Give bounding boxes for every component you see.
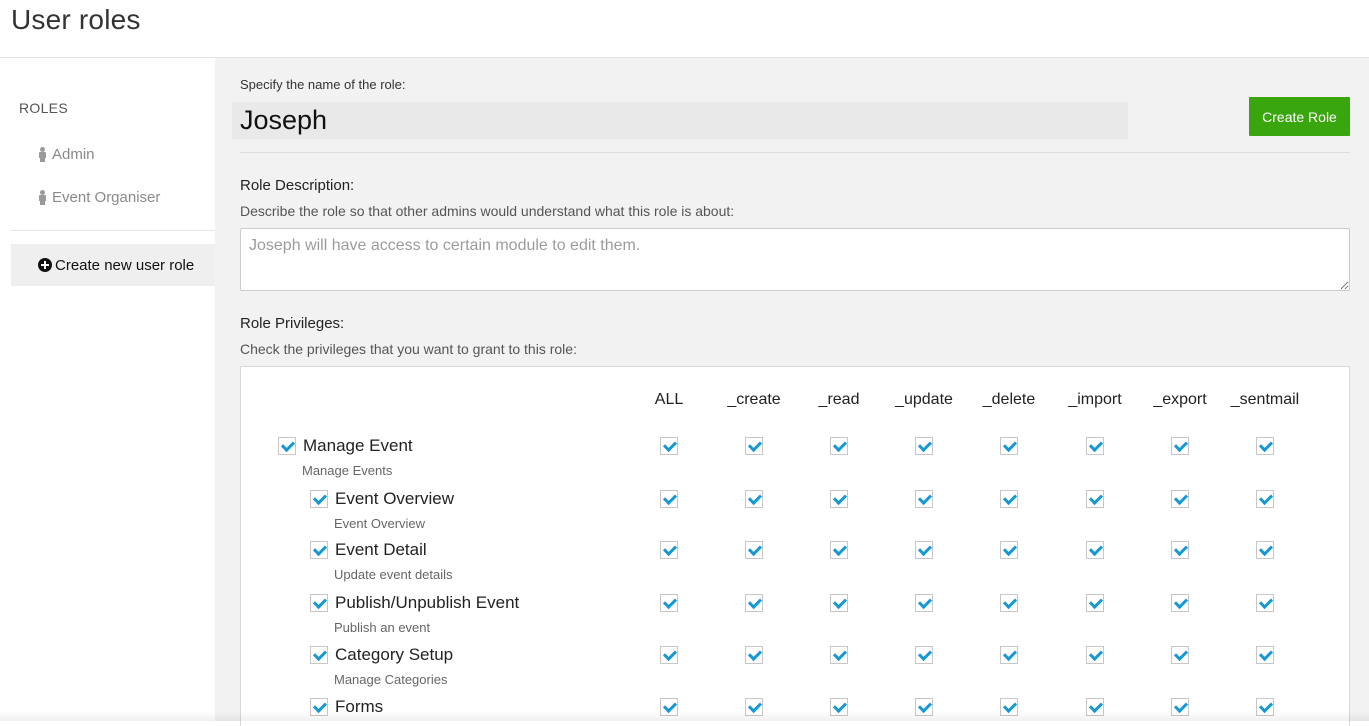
privilege-checkbox-create[interactable] [745,437,763,455]
privilege-description: Publish an event [334,620,431,635]
page-title: User roles [11,4,141,35]
create-new-role-label: Create new user role [55,256,195,274]
column-header-all: ALL [654,391,684,408]
privilege-checkbox-read[interactable] [830,698,848,716]
privilege-description: Manage Events [302,463,393,478]
privilege-checkbox-import[interactable] [1086,541,1104,559]
privilege-checkbox-delete[interactable] [1000,698,1018,716]
privilege-checkbox-sentmail[interactable] [1256,541,1274,559]
role-privileges-title: Role Privileges: [240,315,345,332]
privilege-checkbox-create[interactable] [745,490,763,508]
sidebar-item-admin[interactable]: Admin [37,146,95,163]
privileges-table: ALL _create _read _update _delete _import _exp… [240,366,1350,726]
column-header-sentmail: _sentmail [1230,391,1300,408]
privilege-checkbox-export[interactable] [1171,541,1189,559]
privilege-label: Forms [335,697,384,716]
column-header-update: _update [895,391,953,408]
privilege-checkbox-import[interactable] [1086,646,1104,664]
privilege-checkbox-export[interactable] [1171,490,1189,508]
role-editor: Specify the name of the role: Create Rol… [215,58,1369,726]
role-name-input[interactable] [232,102,1128,139]
row-checkbox[interactable] [310,490,328,508]
privilege-checkbox-import[interactable] [1086,437,1104,455]
privilege-checkbox-all[interactable] [660,490,678,508]
create-new-role-link[interactable]: Create new user role [11,244,215,286]
role-privileges-help: Check the privileges that you want to gr… [240,341,577,357]
column-header-export: _export [1153,391,1207,408]
privilege-checkbox-export[interactable] [1171,646,1189,664]
privilege-label: Category Setup [335,645,454,664]
privilege-checkbox-read[interactable] [830,541,848,559]
privilege-checkbox-read[interactable] [830,437,848,455]
create-role-button[interactable]: Create Role [1249,97,1350,136]
privilege-checkbox-delete[interactable] [1000,437,1018,455]
row-checkbox[interactable] [310,646,328,664]
privilege-checkbox-all[interactable] [660,646,678,664]
privilege-label: Event Detail [335,540,427,559]
privilege-checkbox-all[interactable] [660,594,678,612]
form-divider [240,152,1350,153]
privilege-checkbox-sentmail[interactable] [1256,698,1274,716]
privilege-checkbox-update[interactable] [915,646,933,664]
row-checkbox[interactable] [310,594,328,612]
privilege-checkbox-create[interactable] [745,594,763,612]
privilege-checkbox-read[interactable] [830,490,848,508]
privilege-checkbox-import[interactable] [1086,490,1104,508]
privilege-label: Publish/Unpublish Event [335,593,520,612]
row-checkbox[interactable] [310,541,328,559]
privilege-checkbox-delete[interactable] [1000,541,1018,559]
privilege-checkbox-all[interactable] [660,698,678,716]
sidebar-item-label: Event Organiser [52,189,161,206]
column-header-delete: _delete [982,391,1036,408]
sidebar-item-label: Admin [52,146,95,163]
privilege-checkbox-sentmail[interactable] [1256,594,1274,612]
column-header-import: _import [1068,391,1122,408]
role-description-title: Role Description: [240,177,355,194]
privilege-label: Event Overview [335,489,455,508]
privilege-checkbox-export[interactable] [1171,698,1189,716]
privilege-checkbox-read[interactable] [830,646,848,664]
privilege-checkbox-create[interactable] [745,541,763,559]
sidebar-item-event-organiser[interactable]: Event Organiser [37,189,160,206]
privilege-checkbox-create[interactable] [745,698,763,716]
privilege-checkbox-sentmail[interactable] [1256,490,1274,508]
sidebar-divider [11,230,215,231]
column-header-create: _create [727,391,781,408]
role-name-label: Specify the name of the role: [240,77,406,92]
privilege-checkbox-update[interactable] [915,594,933,612]
privilege-checkbox-import[interactable] [1086,698,1104,716]
role-description-input[interactable] [240,228,1350,291]
privilege-description: Manage Categories [334,672,448,687]
privilege-description: Update event details [334,567,453,582]
plus-circle-icon [38,258,52,272]
privilege-checkbox-delete[interactable] [1000,646,1018,664]
privilege-checkbox-all[interactable] [660,437,678,455]
privilege-checkbox-update[interactable] [915,698,933,716]
privilege-checkbox-import[interactable] [1086,594,1104,612]
row-checkbox[interactable] [278,437,296,455]
sidebar: ROLES Admin Event Organiser Create new u… [11,58,215,721]
privilege-checkbox-update[interactable] [915,490,933,508]
privilege-checkbox-export[interactable] [1171,437,1189,455]
privilege-checkbox-read[interactable] [830,594,848,612]
privilege-checkbox-update[interactable] [915,437,933,455]
privilege-description: Event Overview [334,516,426,531]
privilege-checkbox-delete[interactable] [1000,490,1018,508]
privilege-checkbox-delete[interactable] [1000,594,1018,612]
person-icon [37,147,48,162]
privilege-checkbox-sentmail[interactable] [1256,437,1274,455]
role-description-help: Describe the role so that other admins w… [240,203,735,219]
roles-heading: ROLES [19,100,68,116]
privilege-checkbox-sentmail[interactable] [1256,646,1274,664]
privilege-label: Manage Event [303,436,413,455]
person-icon [37,190,48,205]
column-header-read: _read [818,391,860,408]
privilege-checkbox-export[interactable] [1171,594,1189,612]
privilege-checkbox-update[interactable] [915,541,933,559]
row-checkbox[interactable] [310,698,328,716]
privilege-checkbox-all[interactable] [660,541,678,559]
privilege-checkbox-create[interactable] [745,646,763,664]
